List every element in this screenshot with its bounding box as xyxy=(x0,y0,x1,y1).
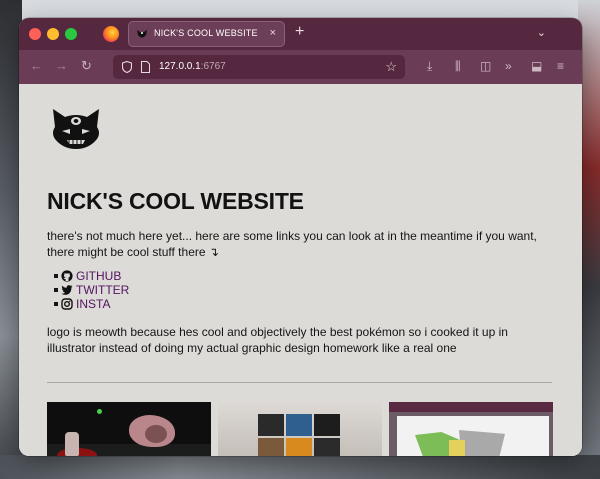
minimize-window-button[interactable] xyxy=(47,28,59,40)
twitter-link[interactable]: TWITTER xyxy=(76,283,129,297)
tab-bar: NICK'S COOL WEBSITE × + ⌄ xyxy=(19,18,582,50)
back-button[interactable]: ← xyxy=(30,58,43,74)
logo-description: logo is meowth because hes cool and obje… xyxy=(47,325,508,355)
reload-button[interactable]: ↻ xyxy=(81,58,92,74)
downloads-icon[interactable]: ⤓ xyxy=(427,58,432,74)
url-port: :6767 xyxy=(200,61,226,72)
instagram-icon xyxy=(61,298,73,310)
tab-active[interactable]: NICK'S COOL WEBSITE × xyxy=(128,21,285,47)
meowth-favicon-icon xyxy=(137,30,147,38)
github-link[interactable]: GITHUB xyxy=(76,269,121,283)
tab-close-button[interactable]: × xyxy=(270,27,276,39)
project-thumbnail-map[interactable] xyxy=(389,402,553,456)
shield-icon[interactable] xyxy=(122,61,132,73)
github-icon xyxy=(61,270,73,282)
app-menu-icon[interactable]: ≡ xyxy=(557,58,564,74)
url-text[interactable]: 127.0.0.1:6767 xyxy=(159,61,226,72)
list-item: INSTA xyxy=(53,297,129,311)
social-links: GITHUB TWITTER INSTA xyxy=(53,269,129,311)
divider xyxy=(47,382,552,383)
library-icon[interactable]: ⫼ xyxy=(455,58,461,74)
intro-text: there's not much here yet... here are so… xyxy=(47,229,537,259)
close-window-button[interactable] xyxy=(29,28,41,40)
twitter-icon xyxy=(61,285,73,295)
zoom-window-button[interactable] xyxy=(65,28,77,40)
url-host: 127.0.0.1 xyxy=(159,61,201,72)
navigation-toolbar: ← → ↻ 127.0.0.1:6767 ☆ ⤓ ⫼ ◫ » ⬓ ≡ xyxy=(19,50,582,84)
forward-button[interactable]: → xyxy=(55,58,68,74)
meowth-logo-icon xyxy=(53,109,99,149)
browser-window: NICK'S COOL WEBSITE × + ⌄ ← → ↻ 127.0.0.… xyxy=(19,18,582,456)
page-content: NICK'S COOL WEBSITE there's not much her… xyxy=(19,84,582,456)
bookmark-star-icon[interactable]: ☆ xyxy=(385,59,397,75)
instagram-link[interactable]: INSTA xyxy=(76,297,110,311)
project-thumbnail-albums[interactable] xyxy=(218,402,382,456)
tab-title: NICK'S COOL WEBSITE xyxy=(154,28,258,38)
list-all-tabs-button[interactable]: ⌄ xyxy=(537,26,546,39)
sidebar-icon[interactable]: ◫ xyxy=(480,58,491,74)
firefox-view-icon[interactable] xyxy=(103,26,119,42)
page-title: NICK'S COOL WEBSITE xyxy=(47,188,304,214)
more-tools-icon[interactable]: » xyxy=(505,58,512,74)
project-thumbnail-game[interactable] xyxy=(47,402,211,456)
page-info-icon[interactable] xyxy=(141,61,150,73)
list-item: TWITTER xyxy=(53,283,129,297)
new-tab-button[interactable]: + xyxy=(295,24,304,40)
list-item: GITHUB xyxy=(53,269,129,283)
desktop-wallpaper-bottom xyxy=(0,455,600,479)
url-bar[interactable]: 127.0.0.1:6767 ☆ xyxy=(113,55,405,79)
extensions-icon[interactable]: ⬓ xyxy=(531,58,542,74)
